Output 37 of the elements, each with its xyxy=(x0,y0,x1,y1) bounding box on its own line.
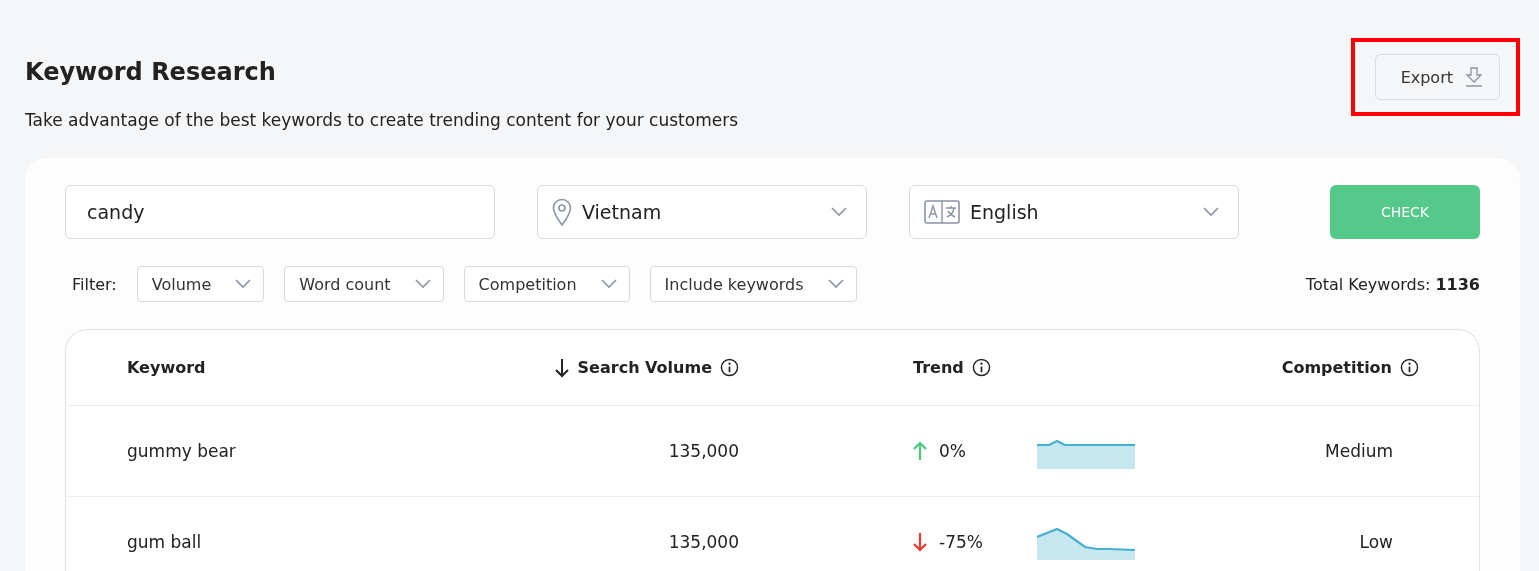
filter-label: Filter: xyxy=(72,274,117,294)
filter-dropdown[interactable]: Word count xyxy=(284,266,444,302)
chevron-down-icon xyxy=(235,279,252,289)
filter-dropdown[interactable]: Competition xyxy=(463,266,630,302)
info-icon[interactable] xyxy=(1400,358,1419,377)
column-header: Competition xyxy=(1281,358,1392,377)
volume-cell: 135,000 xyxy=(668,441,739,461)
translate-icon xyxy=(924,200,960,224)
keyword-cell: gummy bear xyxy=(127,441,236,461)
page-title: Keyword Research xyxy=(25,58,277,86)
trend-change: -75% xyxy=(939,532,984,552)
download-icon xyxy=(1465,67,1483,87)
info-icon[interactable] xyxy=(971,358,991,377)
volume-cell: 135,000 xyxy=(668,532,739,552)
competition-cell: Low xyxy=(1359,532,1393,552)
trend-change: 0% xyxy=(939,441,967,461)
chevron-down-icon xyxy=(414,279,431,289)
language-select[interactable]: English xyxy=(909,185,1239,239)
location-select[interactable]: Vietnam xyxy=(537,185,867,239)
chevron-down-icon xyxy=(827,279,844,289)
column-header[interactable]: Search Volume xyxy=(577,358,712,377)
keyword-input[interactable]: candy xyxy=(65,185,495,239)
competition-cell: Medium xyxy=(1325,441,1393,461)
chevron-down-icon xyxy=(831,207,847,217)
export-button[interactable]: Export xyxy=(1374,54,1500,100)
sort-down-icon[interactable] xyxy=(553,357,570,378)
chevron-down-icon xyxy=(1203,207,1219,217)
column-header: Trend xyxy=(913,358,964,377)
total-keywords: Total Keywords: 1136 xyxy=(1305,274,1480,294)
page-subtitle: Take advantage of the best keywords to create trending content for your customers xyxy=(25,110,738,130)
chevron-down-icon xyxy=(600,279,617,289)
keyword-cell: gum ball xyxy=(127,532,202,552)
filter-dropdown[interactable]: Volume xyxy=(136,266,265,302)
filter-dropdown[interactable]: Include keywords xyxy=(649,266,857,302)
column-header: Keyword xyxy=(127,358,206,377)
location-pin-icon xyxy=(552,198,572,226)
info-icon[interactable] xyxy=(720,358,739,377)
